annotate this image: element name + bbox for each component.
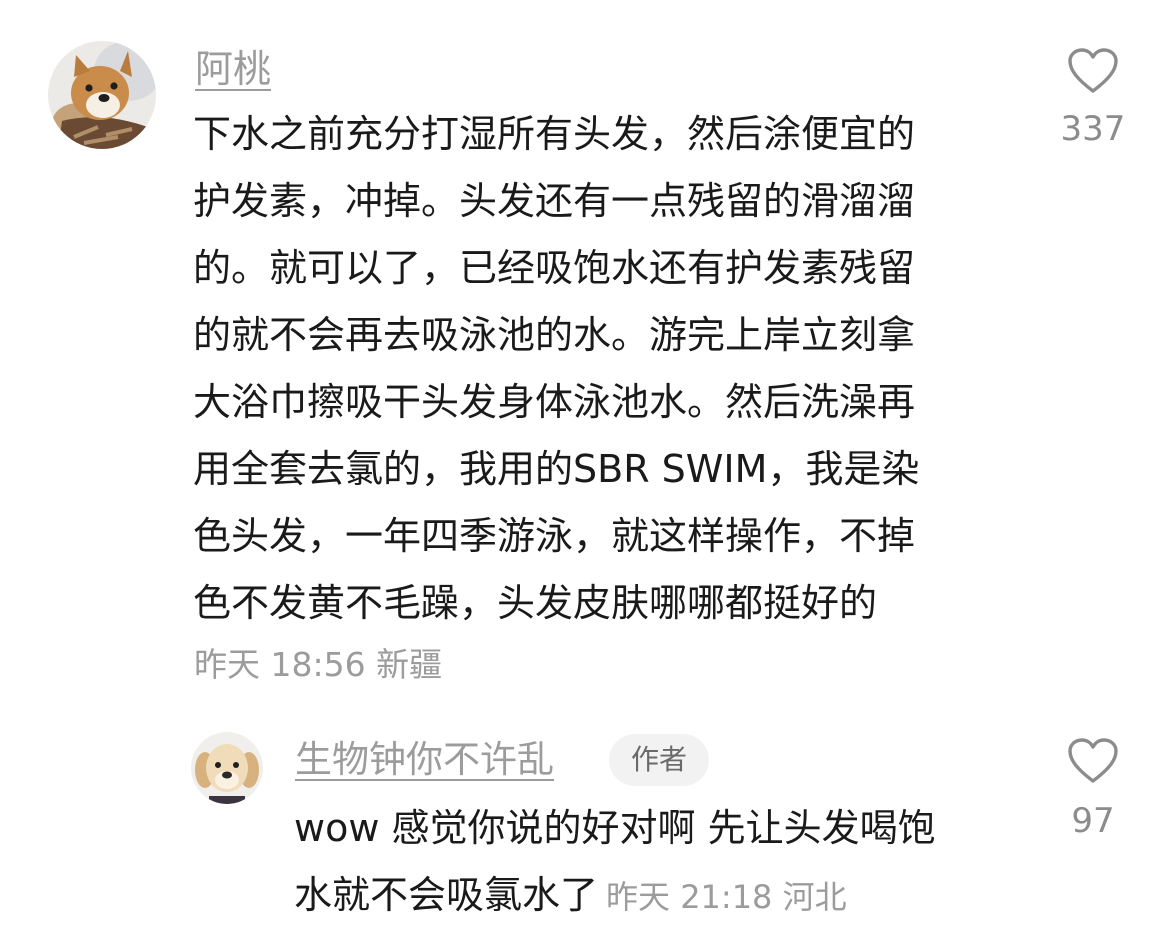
reply-text-end: 水就不会吸氯水了: [294, 873, 599, 917]
comment-username[interactable]: 阿桃: [195, 44, 271, 94]
comment-text-line: 色不发黄不毛躁，头发皮肤哪哪都挺好的: [193, 581, 878, 625]
reply-text-line: wow 感觉你说的好对啊 先让头发喝饱: [294, 806, 936, 850]
comment-text-line: 下水之前充分打湿所有头发，然后涂便宜的: [193, 112, 916, 156]
shiba-avatar[interactable]: [48, 41, 156, 149]
comment-text-line: 的就不会再去吸泳池的水。游完上岸立刻拿: [193, 313, 916, 357]
reply-like-count: 97: [1071, 801, 1115, 841]
reply-timestamp-location: 昨天 21:18 河北: [606, 878, 847, 916]
puppy-avatar[interactable]: [191, 732, 263, 804]
reply-username[interactable]: 生物钟你不许乱: [295, 735, 554, 785]
like-button[interactable]: 337: [1048, 47, 1138, 149]
like-count: 337: [1060, 109, 1126, 149]
heart-outline-icon: [1068, 738, 1118, 783]
comment-text-line: 大浴巾擦吸干头发身体泳池水。然后洗澡再: [193, 380, 916, 424]
comment-text-line: 用全套去氯的，我用的SBR SWIM，我是染: [193, 447, 920, 491]
comment-text-line: 护发素，冲掉。头发还有一点残留的滑溜溜: [193, 179, 916, 223]
reply-like-button[interactable]: 97: [1048, 737, 1138, 841]
author-badge: 作者: [609, 734, 710, 786]
comment-text-line: 的。就可以了，已经吸饱水还有护发素残留: [193, 246, 916, 290]
comment-timestamp-location: 昨天 18:56 新疆: [194, 645, 443, 684]
reply-text-line: 水就不会吸氯水了 昨天 21:18 河北: [294, 862, 936, 929]
comment-text-line: 色头发，一年四季游泳，就这样操作，不掉: [193, 514, 916, 558]
reply-text[interactable]: wow 感觉你说的好对啊 先让头发喝饱 水就不会吸氯水了 昨天 21:18 河北: [294, 795, 936, 929]
comment-text[interactable]: 下水之前充分打湿所有头发，然后涂便宜的 护发素，冲掉。头发还有一点残留的滑溜溜 …: [193, 101, 919, 637]
heart-outline-icon: [1068, 48, 1118, 93]
